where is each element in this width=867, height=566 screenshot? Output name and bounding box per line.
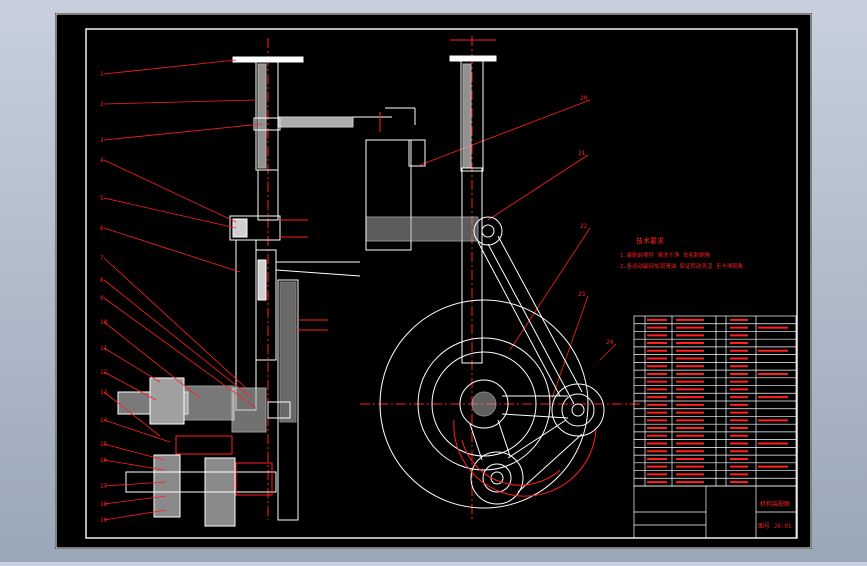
- lower-housing-left: [153, 454, 181, 518]
- balloon-label: 19: [100, 517, 108, 524]
- balloon-label: 23: [578, 291, 586, 298]
- balloon-label: 22: [580, 223, 588, 230]
- balloon-label: 1: [100, 71, 104, 78]
- assembly-drawing: 1 2 3 4 5 6 7 8 9 10 11 12 13 14 15 16 1…: [55, 13, 812, 549]
- balloon-label: 6: [100, 225, 104, 232]
- balloon-label: 3: [100, 137, 104, 144]
- balloon-label: 24: [606, 339, 614, 346]
- balloon-label: 15: [100, 441, 108, 448]
- balloon-label: 2: [100, 101, 104, 108]
- tech-requirement-line: 1.装配前零件 清洗干净 去毛刺倒角: [620, 251, 710, 259]
- right-column-fill: [462, 63, 472, 169]
- balloon-label: 12: [100, 369, 108, 376]
- drawing-number: 图号 JX-01: [758, 523, 792, 530]
- tech-requirements-title: 技术要求: [636, 236, 664, 245]
- side-frame-hatch: [279, 281, 297, 423]
- top-platform: [232, 56, 304, 63]
- balloon-label: 17: [100, 483, 108, 490]
- tech-requirement-line: 2.各运动副间加润滑油 保证转动灵活 无卡滞现象: [620, 262, 744, 270]
- upper-arm: [277, 116, 354, 128]
- balloon-label: 5: [100, 195, 104, 202]
- balloon-label: 10: [100, 319, 108, 326]
- balloon-label: 16: [100, 457, 108, 464]
- horizontal-link: [365, 216, 479, 242]
- balloon-label: 8: [100, 277, 104, 284]
- balloon-label: 4: [100, 157, 104, 164]
- drawing-title: 机构装配图: [760, 500, 790, 508]
- balloon-label: 13: [100, 389, 108, 396]
- balloon-label: 20: [580, 95, 588, 102]
- mid-sleeve-fill: [257, 259, 267, 301]
- input-gear-housing: [149, 377, 185, 425]
- upper-column-hatch: [257, 63, 267, 169]
- balloon-label: 11: [100, 345, 108, 352]
- hub-bore: [471, 391, 497, 417]
- balloon-label: 7: [100, 255, 104, 262]
- balloon-label: 14: [100, 417, 108, 424]
- balloon-label: 18: [100, 501, 108, 508]
- balloon-label: 9: [100, 295, 104, 302]
- balloon-label: 21: [578, 150, 586, 157]
- cad-viewport[interactable]: 1 2 3 4 5 6 7 8 9 10 11 12 13 14 15 16 1…: [0, 0, 867, 562]
- right-top-platform: [449, 55, 497, 62]
